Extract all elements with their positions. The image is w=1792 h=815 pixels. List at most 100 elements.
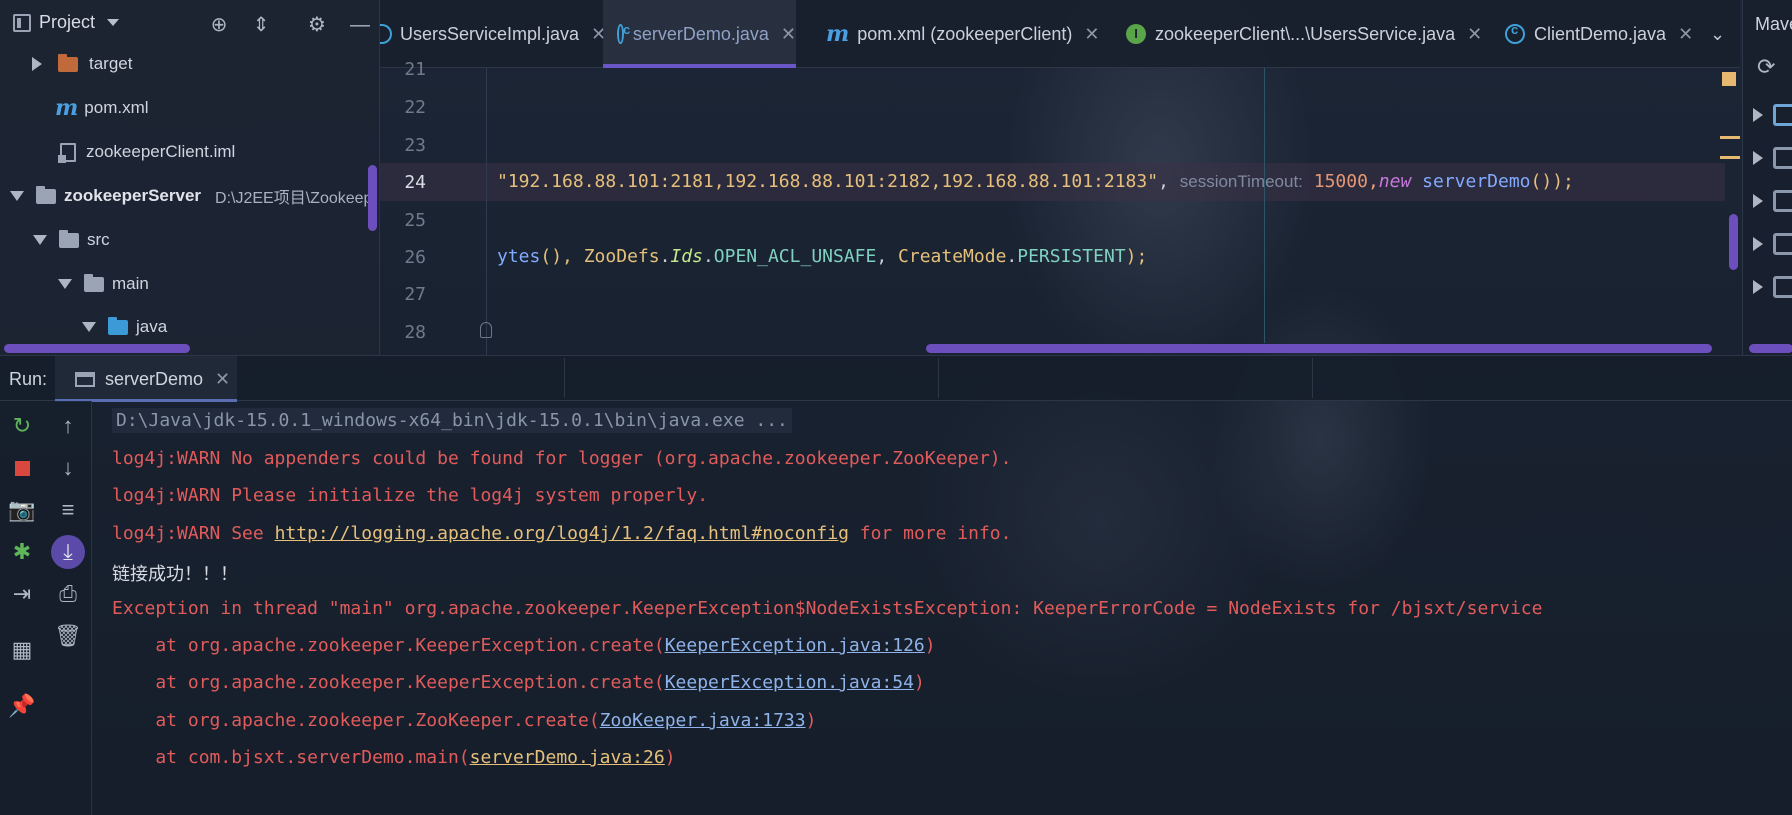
project-horizontal-scrollbar[interactable] [4,344,190,353]
tree-item-pom-xml[interactable]: m pom.xml [0,88,380,128]
line-number-current: 24 [404,172,426,193]
code-punct: . [659,246,671,267]
console-text: ) [664,747,676,768]
console-success-line: 链接成功！！！ [112,564,238,585]
collapse-arrow-icon[interactable] [58,279,72,289]
tree-item-src[interactable]: src [0,220,380,260]
maven-item[interactable] [1743,268,1792,306]
run-tab-serverdemo[interactable]: serverDemo ✕ [55,356,237,402]
maven-item[interactable] [1743,182,1792,220]
tree-item-main[interactable]: main [0,264,380,304]
code-line-26[interactable]: ytes(), ZooDefs.Ids.OPEN_ACL_UNSAFE, Cre… [497,246,1147,267]
close-icon[interactable]: ✕ [1467,24,1482,45]
expand-arrow-icon[interactable] [1753,194,1763,208]
gutter-divider [486,68,487,358]
inspection-warning-marker[interactable] [1722,72,1736,86]
expand-arrow-icon[interactable] [1753,280,1763,294]
tree-item-target[interactable]: target [0,44,380,84]
stack-link[interactable]: ZooKeeper.java:1733 [600,710,806,731]
error-stripe-marker[interactable] [1720,136,1740,139]
console-text: ) [913,672,925,693]
debug-bug-icon[interactable]: ✱ [7,537,37,567]
class-icon [1505,22,1525,44]
tab-serverdemo[interactable]: serverDemo.java ✕ [603,0,796,68]
stack-link[interactable]: KeeperException.java:126 [665,635,925,656]
code-class: Ids [670,246,703,267]
maven-panel: Mave ⟳ [1742,0,1792,355]
maven-module-icon [1773,233,1792,255]
tree-item-iml[interactable]: zookeeperClient.iml [0,132,380,172]
trash-icon[interactable]: 🗑 [53,621,83,651]
console-warn-line: log4j:WARN No appenders could be found f… [112,448,1012,469]
class-icon [617,22,630,44]
project-panel-header: Project ⊕ ⇕ ⚙ — [0,0,380,48]
tree-item-java[interactable]: java [0,307,380,347]
locate-crosshair-icon[interactable]: ⊕ [206,12,232,38]
collapse-all-icon[interactable]: ⇕ [248,12,274,38]
expand-arrow-icon[interactable] [1753,151,1763,165]
collapse-arrow-icon[interactable] [82,322,96,332]
error-stripe-marker[interactable] [1720,156,1740,159]
tree-item-zookeeperserver[interactable]: zookeeperServer D:\J2EE项目\Zookeep [0,176,380,216]
stack-link[interactable]: serverDemo.java:26 [470,747,665,768]
code-punct: . [702,246,714,267]
camera-snapshot-icon[interactable]: 📷 [7,495,37,525]
close-icon[interactable]: ✕ [215,369,230,390]
editor-horizontal-scrollbar[interactable] [926,344,1712,353]
divider [564,358,565,398]
console-warn-line: log4j:WARN Please initialize the log4j s… [112,485,709,506]
console-command[interactable]: D:\Java\jdk-15.0.1_windows-x64_bin\jdk-1… [112,408,792,433]
maven-horizontal-scrollbar[interactable] [1749,344,1792,353]
console-text: at org.apache.zookeeper.ZooKeeper.create… [112,710,600,731]
collapse-arrow-icon[interactable] [10,191,24,201]
rerun-icon[interactable]: ↻ [7,411,37,441]
stop-icon[interactable] [7,453,37,483]
collapse-arrow-icon[interactable] [33,235,47,245]
project-vertical-scrollbar[interactable] [368,165,377,231]
console-text: at org.apache.zookeeper.KeeperException.… [112,672,665,693]
code-punct: ()); [1530,171,1574,192]
console-stack-line: at org.apache.zookeeper.ZooKeeper.create… [112,710,816,731]
expand-arrow-icon[interactable] [1753,237,1763,251]
expand-arrow-icon[interactable] [32,57,42,71]
editor-vertical-scrollbar[interactable] [1729,214,1738,270]
close-icon[interactable]: ✕ [781,24,796,45]
minimize-icon[interactable]: — [347,12,373,38]
tab-pom-xml[interactable]: m pom.xml (zookeeperClient) ✕ [826,0,1099,68]
close-icon[interactable]: ✕ [1678,24,1693,45]
maven-item[interactable] [1743,139,1792,177]
right-margin-guide [1264,68,1265,343]
project-view-selector[interactable]: Project [13,12,120,33]
soft-wrap-icon[interactable]: ≡ [53,495,83,525]
print-icon[interactable]: ⎙ [53,579,83,609]
refresh-icon[interactable]: ⟳ [1757,54,1775,80]
maven-item[interactable] [1743,96,1792,134]
gear-icon[interactable]: ⚙ [304,12,330,38]
close-icon[interactable]: ✕ [1084,24,1099,45]
arrow-up-icon[interactable]: ↑ [53,411,83,441]
layout-icon[interactable]: ▦ [7,635,37,665]
pin-icon[interactable]: 📌 [7,691,37,721]
run-tab-label: serverDemo [105,368,204,389]
exit-login-icon[interactable]: ⇥ [7,579,37,609]
editor-tab-bar: UsersServiceImpl.java ✕ serverDemo.java … [380,0,1740,68]
tab-clientdemo[interactable]: ClientDemo.java ✕ [1505,0,1693,68]
tab-usersserviceimpl[interactable]: UsersServiceImpl.java ✕ [380,0,606,68]
code-line-24[interactable]: "192.168.88.101:2181,192.168.88.101:2182… [497,171,1574,192]
tab-usersservice[interactable]: I zookeeperClient\...\UsersService.java … [1126,0,1482,68]
folder-icon [84,273,104,292]
parameter-hint: sessionTimeout: [1179,172,1303,191]
tree-item-label: java [136,317,168,336]
module-path: D:\J2EE项目\Zookeep [215,190,373,207]
console-stack-line: at com.bjsxt.serverDemo.main(serverDemo.… [112,747,676,768]
expand-arrow-icon[interactable] [1753,108,1763,122]
arrow-down-icon[interactable]: ↓ [53,453,83,483]
fold-marker-icon[interactable] [480,322,492,338]
tabs-overflow-chevron-icon[interactable]: ⌄ [1710,0,1725,68]
stack-link[interactable]: KeeperException.java:54 [665,672,914,693]
maven-item[interactable] [1743,225,1792,263]
console-text: at org.apache.zookeeper.KeeperException.… [112,635,665,656]
console-link[interactable]: http://logging.apache.org/log4j/1.2/faq.… [275,523,849,544]
chevron-down-icon [107,19,120,26]
scroll-to-end-icon[interactable]: ⤓ [51,535,85,569]
